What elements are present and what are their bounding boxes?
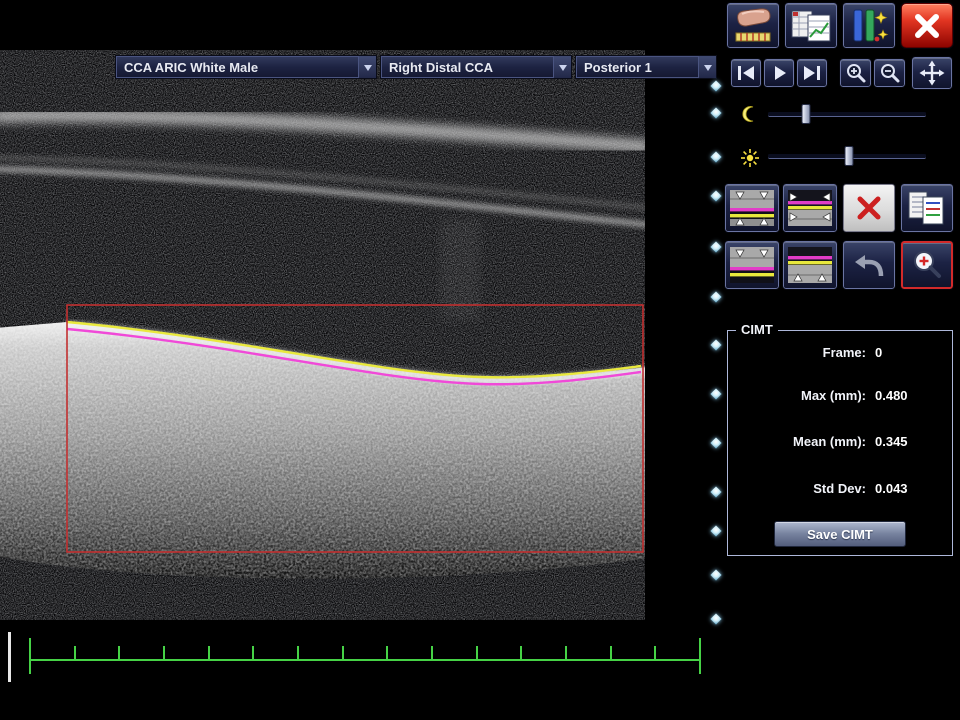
image-edge-marker [8,632,11,682]
sparkle-diamond [710,190,721,201]
cimt-panel-title: CIMT [736,322,778,337]
pan-button[interactable] [912,57,952,89]
max-label: Max (mm): [728,388,866,403]
probe-tool-button[interactable] [727,3,779,48]
last-frame-button[interactable] [797,59,827,87]
image-tools-icon [846,6,892,46]
chevron-down-icon[interactable] [553,56,571,78]
zoom-out-icon [878,61,902,85]
delete-measurement-button[interactable] [843,184,895,232]
sparkle-diamond [710,569,721,580]
ultrasound-probe-icon [730,6,776,46]
chevron-down-icon[interactable] [358,56,376,78]
scale-ruler [0,628,720,692]
snap-far-wall-icon [787,246,833,284]
snap-near-wall-button[interactable] [725,241,779,289]
sun-icon [740,148,760,168]
zoom-out-button[interactable] [874,59,905,87]
image-tools-button[interactable] [843,3,895,48]
ultrasound-image[interactable] [0,50,645,620]
undo-icon [850,249,888,281]
detect-near-wall-icon [729,189,775,227]
pan-icon [919,60,945,86]
save-cimt-button[interactable]: Save CIMT [774,521,906,547]
segment-select-value: Right Distal CCA [381,56,553,78]
sparkle-diamond [710,437,721,448]
zoom-roi-icon [910,248,944,282]
first-frame-icon [735,62,757,84]
detect-far-wall-button[interactable] [783,184,837,232]
zoom-in-icon [844,61,868,85]
close-button[interactable] [901,3,953,48]
copy-to-report-button[interactable] [901,184,953,232]
sparkle-diamond [710,80,721,91]
preset-select-value: CCA ARIC White Male [116,56,358,78]
delete-x-icon [853,192,885,224]
cimt-mean-row: Mean (mm): 0.345 [728,434,952,452]
first-frame-button[interactable] [731,59,761,87]
copy-to-report-icon [906,189,948,227]
cimt-stddev-row: Std Dev: 0.043 [728,481,952,499]
chevron-down-icon[interactable] [698,56,716,78]
last-frame-icon [801,62,823,84]
stddev-value: 0.043 [875,481,908,496]
report-button[interactable] [785,3,837,48]
frame-label: Frame: [728,345,866,360]
snap-near-wall-icon [729,246,775,284]
brightness-slider[interactable] [768,153,926,159]
frame-value: 0 [875,345,882,360]
angle-select-value: Posterior 1 [576,56,698,78]
application-window: CCA ARIC White Male Right Distal CCA Pos… [0,0,960,720]
sparkle-diamond [710,107,721,118]
mean-value: 0.345 [875,434,908,449]
next-frame-button[interactable] [764,59,794,87]
sparkle-diamond [710,291,721,302]
contrast-slider[interactable] [768,111,926,117]
zoom-roi-button[interactable] [901,241,953,289]
segment-select[interactable]: Right Distal CCA [380,55,572,79]
contrast-slider-thumb[interactable] [801,104,810,124]
close-x-icon [912,11,942,41]
moon-icon [741,105,759,123]
detect-far-wall-icon [787,189,833,227]
stddev-label: Std Dev: [728,481,866,496]
cimt-frame-row: Frame: 0 [728,345,952,363]
max-value: 0.480 [875,388,908,403]
preset-select[interactable]: CCA ARIC White Male [115,55,377,79]
sparkle-diamond [710,241,721,252]
sparkle-diamond [710,388,721,399]
angle-select[interactable]: Posterior 1 [575,55,717,79]
report-tables-icon [788,6,834,46]
sparkle-diamond [710,525,721,536]
zoom-in-button[interactable] [840,59,871,87]
sparkle-diamond [710,339,721,350]
detect-near-wall-button[interactable] [725,184,779,232]
cimt-panel: CIMT Frame:0 Max (mm):0.480 Mean (mm):0.… [727,330,953,556]
sparkle-diamond [710,486,721,497]
sparkle-diamond [710,151,721,162]
mean-label: Mean (mm): [728,434,866,449]
cimt-max-row: Max (mm): 0.480 [728,388,952,406]
sparkle-diamond [710,613,721,624]
brightness-slider-thumb[interactable] [844,146,853,166]
next-frame-icon [768,62,790,84]
undo-button[interactable] [843,241,895,289]
snap-far-wall-button[interactable] [783,241,837,289]
